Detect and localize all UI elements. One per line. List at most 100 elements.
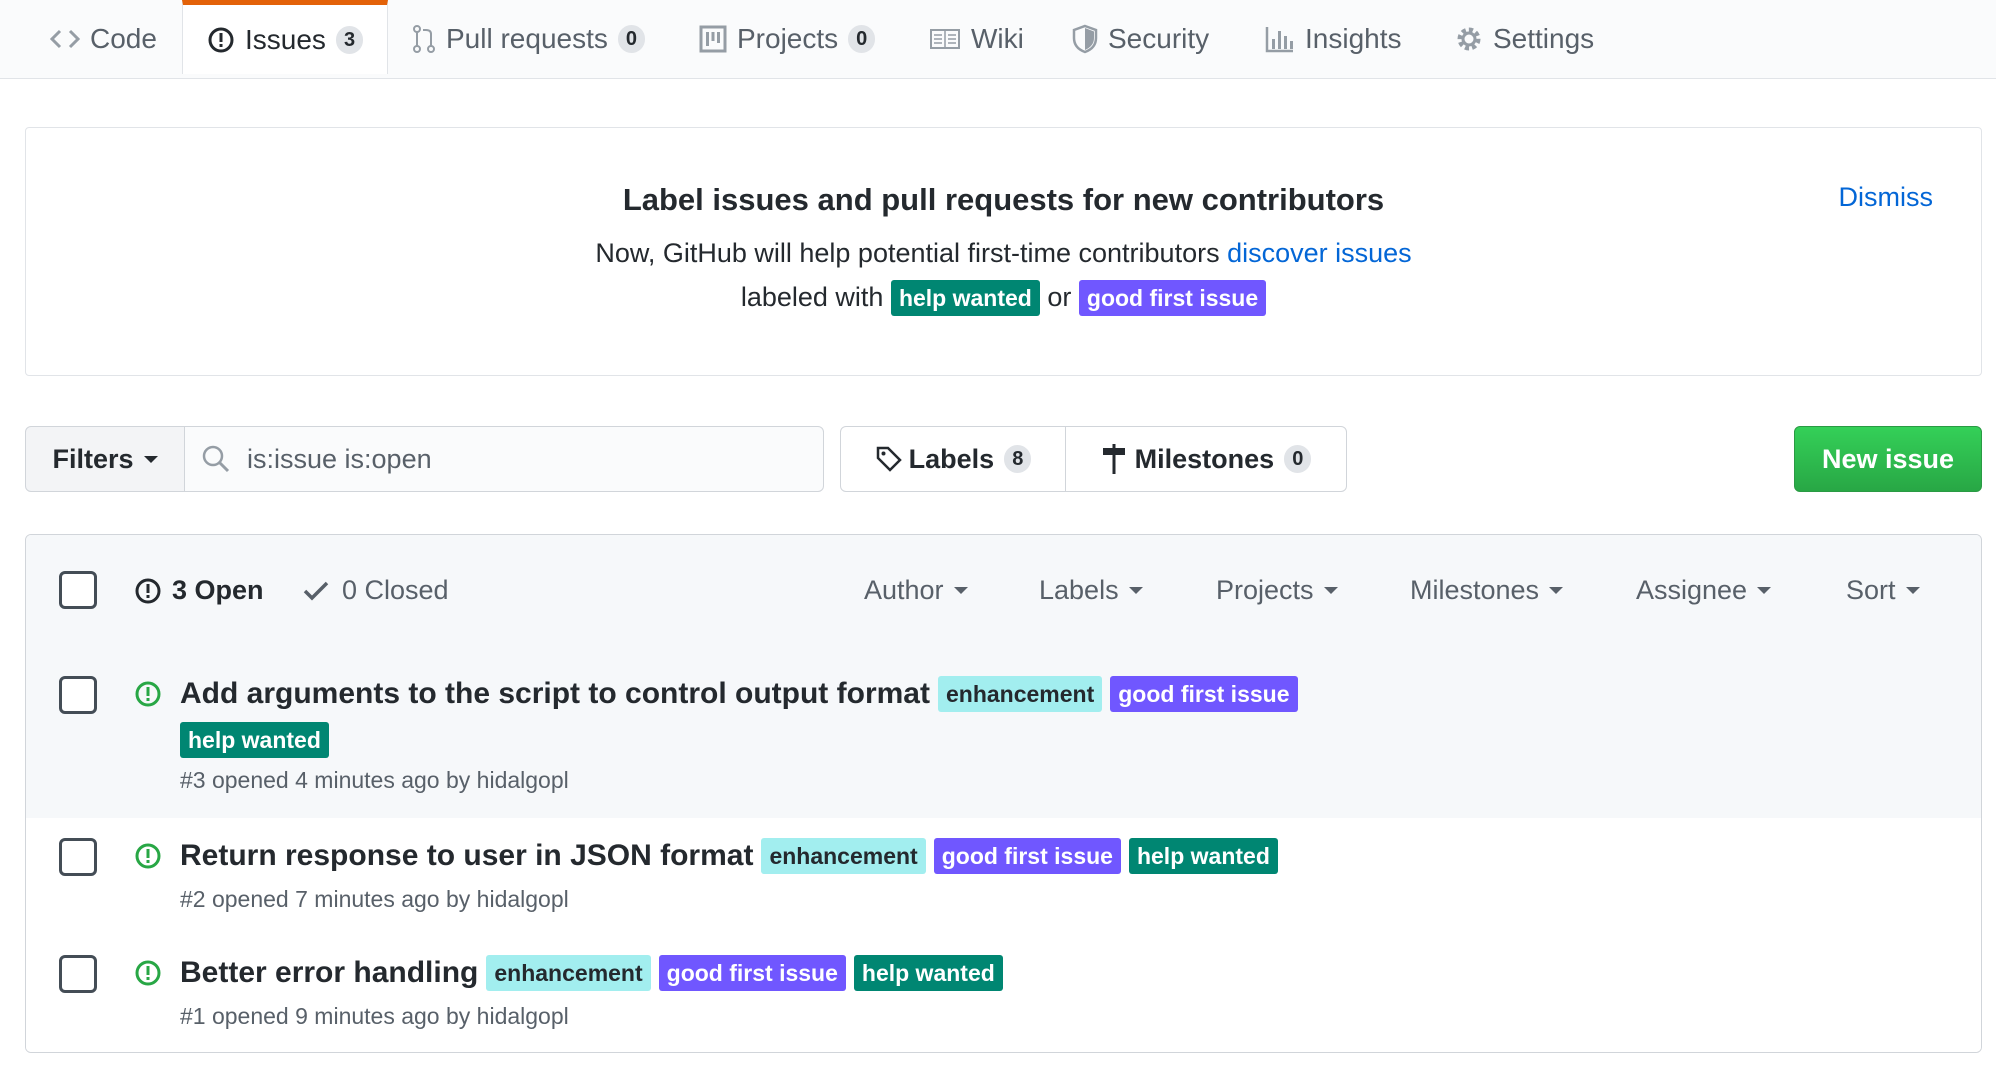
issue-opened-icon: [135, 681, 161, 707]
filters-button[interactable]: Filters: [25, 426, 185, 492]
issue-opened-icon: [135, 578, 161, 603]
projects-dropdown-label: Projects: [1216, 575, 1314, 605]
pull-requests-count-badge: 0: [617, 25, 645, 53]
label-help-wanted[interactable]: help wanted: [890, 280, 1040, 316]
label-good-first-issue[interactable]: good first issue: [1078, 280, 1267, 316]
project-icon: [699, 25, 727, 53]
issue-labels-wrap: help wanted: [180, 722, 329, 758]
tab-wiki-label: Wiki: [971, 23, 1024, 54]
tab-issues-label: Issues: [245, 23, 326, 55]
tab-projects-label: Projects: [737, 23, 839, 54]
dismiss-button[interactable]: Dismiss: [1839, 182, 1934, 213]
label-good-first-issue[interactable]: good first issue: [1110, 676, 1298, 712]
label-enhancement[interactable]: enhancement: [486, 955, 651, 991]
labels-dropdown[interactable]: Labels: [1039, 575, 1143, 606]
tab-security-label: Security: [1108, 23, 1210, 54]
issue-row[interactable]: Return response to user in JSON format e…: [26, 818, 1981, 936]
or-text: or: [1047, 282, 1072, 312]
label-enhancement[interactable]: enhancement: [761, 838, 926, 874]
new-contributors-banner: Label issues and pull requests for new c…: [25, 127, 1982, 376]
label-good-first-issue[interactable]: good first issue: [658, 955, 846, 991]
tag-icon: [876, 446, 902, 472]
chevron-down-icon: [143, 455, 158, 463]
tab-insights[interactable]: Insights: [1265, 0, 1402, 78]
milestone-icon: [1102, 444, 1125, 474]
labels-button-label: Labels: [908, 443, 995, 474]
check-icon: [303, 581, 329, 600]
issue-opened-icon: [135, 960, 161, 986]
tab-security[interactable]: Security: [1072, 0, 1209, 78]
issue-row[interactable]: Add arguments to the script to control o…: [26, 656, 1981, 819]
milestones-dropdown-label: Milestones: [1410, 575, 1540, 605]
issue-row[interactable]: Better error handling enhancement good f…: [26, 935, 1981, 1052]
milestones-button-label: Milestones: [1134, 443, 1275, 474]
labels-dropdown-label: Labels: [1039, 575, 1119, 605]
chevron-down-icon: [1323, 587, 1338, 594]
author-dropdown-label: Author: [864, 575, 944, 605]
issue-meta: #1 opened 9 minutes ago by hidalgopl: [180, 1003, 569, 1029]
issue-meta: #3 opened 4 minutes ago by hidalgopl: [180, 767, 569, 793]
banner-title: Label issues and pull requests for new c…: [622, 182, 1385, 217]
issue-checkbox[interactable]: [59, 955, 97, 993]
issue-meta: #2 opened 7 minutes ago by hidalgopl: [180, 886, 569, 912]
tab-projects[interactable]: Projects 0: [699, 0, 876, 78]
code-icon: [50, 29, 80, 49]
git-pull-request-icon: [413, 25, 435, 53]
issue-opened-icon: [135, 843, 161, 869]
issue-title-link[interactable]: Better error handling: [180, 956, 478, 990]
milestones-button[interactable]: Milestones 0: [1065, 426, 1347, 492]
label-good-first-issue[interactable]: good first issue: [933, 838, 1121, 874]
sort-dropdown-label: Sort: [1846, 575, 1896, 605]
label-help-wanted[interactable]: help wanted: [853, 955, 1003, 991]
tab-settings[interactable]: Settings: [1455, 0, 1594, 78]
graph-icon: [1265, 27, 1293, 53]
issues-list: 3 Open 0 Closed Author Labels Projects M…: [25, 534, 1982, 1053]
issues-list-header: 3 Open 0 Closed Author Labels Projects M…: [26, 535, 1981, 657]
open-issues-filter[interactable]: 3 Open: [134, 575, 264, 606]
issues-count-badge: 3: [335, 25, 364, 54]
issue-opened-icon: [208, 27, 234, 52]
shield-icon: [1072, 24, 1098, 54]
issue-title-link[interactable]: Add arguments to the script to control o…: [180, 677, 930, 711]
tab-code[interactable]: Code: [50, 0, 157, 78]
tab-code-label: Code: [90, 23, 157, 54]
tab-pull-requests[interactable]: Pull requests 0: [412, 0, 645, 78]
projects-count-badge: 0: [848, 25, 876, 53]
tab-insights-label: Insights: [1305, 23, 1402, 54]
tab-pull-requests-label: Pull requests: [446, 23, 608, 54]
search-input[interactable]: [245, 442, 809, 476]
banner-labels-line: labeled with help wanted or good first i…: [26, 280, 1981, 316]
search-icon: [202, 445, 230, 473]
gear-icon: [1457, 27, 1481, 51]
labels-count-badge: 8: [1004, 445, 1032, 473]
author-dropdown[interactable]: Author: [864, 575, 968, 606]
label-help-wanted[interactable]: help wanted: [180, 722, 329, 758]
closed-issues-filter[interactable]: 0 Closed: [302, 575, 449, 606]
issue-search: [184, 426, 824, 492]
tab-issues[interactable]: Issues 3: [182, 0, 389, 74]
projects-dropdown[interactable]: Projects: [1216, 575, 1338, 606]
labels-button[interactable]: Labels 8: [840, 426, 1066, 492]
issue-title-line: Add arguments to the script to control o…: [180, 676, 1306, 712]
issue-title-link[interactable]: Return response to user in JSON format: [180, 839, 753, 873]
labeled-with-text: labeled with: [740, 282, 884, 312]
book-icon: [930, 29, 960, 49]
issue-title-line: Better error handling enhancement good f…: [180, 955, 1011, 991]
assignee-dropdown[interactable]: Assignee: [1636, 575, 1772, 606]
closed-issues-count: 0 Closed: [342, 575, 449, 605]
filters-button-label: Filters: [52, 443, 134, 474]
repo-nav-tabs: Code Issues 3 Pull requests 0 Projects 0: [0, 0, 1996, 79]
tab-wiki[interactable]: Wiki: [929, 0, 1024, 78]
new-issue-button[interactable]: New issue: [1794, 426, 1982, 492]
tab-settings-label: Settings: [1493, 23, 1595, 54]
chevron-down-icon: [953, 587, 968, 594]
sort-dropdown[interactable]: Sort: [1846, 575, 1920, 606]
label-help-wanted[interactable]: help wanted: [1128, 838, 1278, 874]
select-all-checkbox[interactable]: [59, 571, 97, 609]
issue-checkbox[interactable]: [59, 838, 97, 876]
issue-checkbox[interactable]: [59, 676, 97, 714]
label-enhancement[interactable]: enhancement: [937, 676, 1103, 712]
milestones-dropdown[interactable]: Milestones: [1410, 575, 1564, 606]
milestones-count-badge: 0: [1284, 445, 1312, 473]
discover-issues-link[interactable]: discover issues: [1227, 238, 1412, 268]
